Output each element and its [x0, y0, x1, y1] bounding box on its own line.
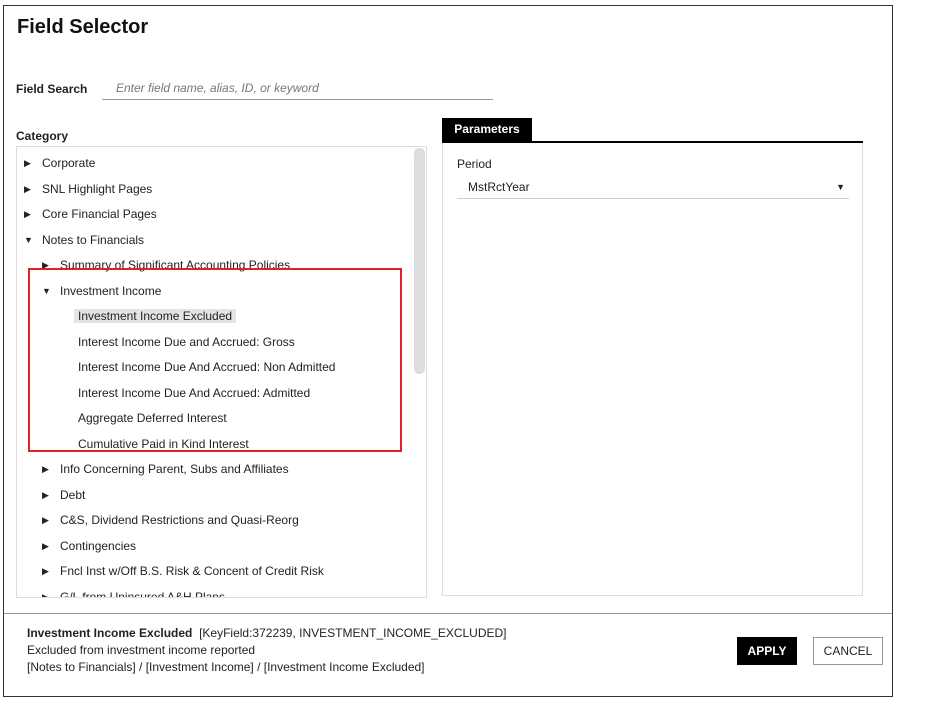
tree-item[interactable]: ▶ Corporate [24, 153, 96, 173]
caret-right-icon[interactable]: ▶ [42, 561, 49, 581]
category-label: Category [16, 129, 69, 143]
caret-right-icon[interactable]: ▶ [24, 204, 31, 224]
tree-item[interactable]: ▶ Fncl Inst w/Off B.S. Risk & Concent of … [42, 561, 324, 581]
highlight-box [28, 268, 402, 452]
caret-right-icon[interactable]: ▶ [42, 485, 49, 505]
field-info-description: Excluded from investment income reported [27, 643, 256, 657]
tree-item[interactable]: ▶ G/L from Uninsured A&H Plans [42, 587, 225, 598]
field-info-key: [KeyField:372239, INVESTMENT_INCOME_EXCL… [199, 626, 507, 640]
caret-right-icon[interactable]: ▶ [42, 536, 49, 556]
field-search-label: Field Search [16, 82, 88, 96]
tree-item-label: Fncl Inst w/Off B.S. Risk & Concent of C… [60, 564, 324, 578]
caret-down-icon[interactable]: ▼ [24, 230, 33, 250]
tree-item-label: Debt [60, 487, 86, 502]
tree-item-label: G/L from Uninsured A&H Plans [60, 589, 225, 598]
field-info: Investment Income Excluded [KeyField:372… [27, 625, 507, 676]
tree-item[interactable]: ▶ SNL Highlight Pages [24, 179, 153, 199]
period-label: Period [457, 157, 492, 171]
tree-item[interactable]: ▶ Contingencies [42, 536, 137, 556]
period-value: MstRctYear [468, 180, 530, 194]
field-info-name: Investment Income Excluded [27, 626, 193, 640]
caret-right-icon[interactable]: ▶ [24, 153, 31, 173]
tree-item-label: C&S, Dividend Restrictions and Quasi-Reo… [60, 513, 299, 527]
cancel-button[interactable]: CANCEL [813, 637, 883, 665]
tree-item[interactable]: ▶ Core Financial Pages [24, 204, 157, 224]
caret-right-icon[interactable]: ▶ [42, 510, 49, 530]
footer-divider [4, 613, 892, 614]
field-search-input[interactable] [102, 76, 493, 100]
caret-right-icon[interactable]: ▶ [24, 179, 31, 199]
apply-button[interactable]: APPLY [737, 637, 797, 665]
tree-item-label: Corporate [42, 156, 96, 170]
tree-scrollbar[interactable] [414, 148, 425, 374]
period-select[interactable]: MstRctYear ▼ [457, 175, 849, 199]
tree-item[interactable]: ▶ C&S, Dividend Restrictions and Quasi-Re… [42, 510, 299, 530]
field-selector-dialog: Field Selector Field Search Category ▶ Co… [3, 5, 893, 697]
chevron-down-icon: ▼ [836, 182, 845, 192]
caret-right-icon[interactable]: ▶ [42, 459, 49, 479]
tree-item[interactable]: ▶ Debt [42, 485, 86, 505]
parameters-tabbar: Parameters [442, 118, 863, 143]
tree-item-label: Info Concerning Parent, Subs and Affilia… [60, 462, 289, 476]
tree-item[interactable]: ▶ Info Concerning Parent, Subs and Affili… [42, 459, 289, 479]
tree-item-label: Notes to Financials [42, 232, 145, 247]
tab-parameters[interactable]: Parameters [442, 118, 532, 143]
tree-item-label: Core Financial Pages [42, 207, 157, 221]
field-info-path: [Notes to Financials] / [Investment Inco… [27, 660, 425, 674]
tree-item[interactable]: ▼ Notes to Financials [24, 230, 145, 250]
caret-right-icon[interactable]: ▶ [42, 587, 49, 598]
parameters-panel: Period MstRctYear ▼ [442, 143, 863, 596]
dialog-title: Field Selector [17, 16, 149, 38]
tree-item-label: SNL Highlight Pages [42, 181, 153, 196]
tree-item-label: Contingencies [60, 538, 137, 553]
